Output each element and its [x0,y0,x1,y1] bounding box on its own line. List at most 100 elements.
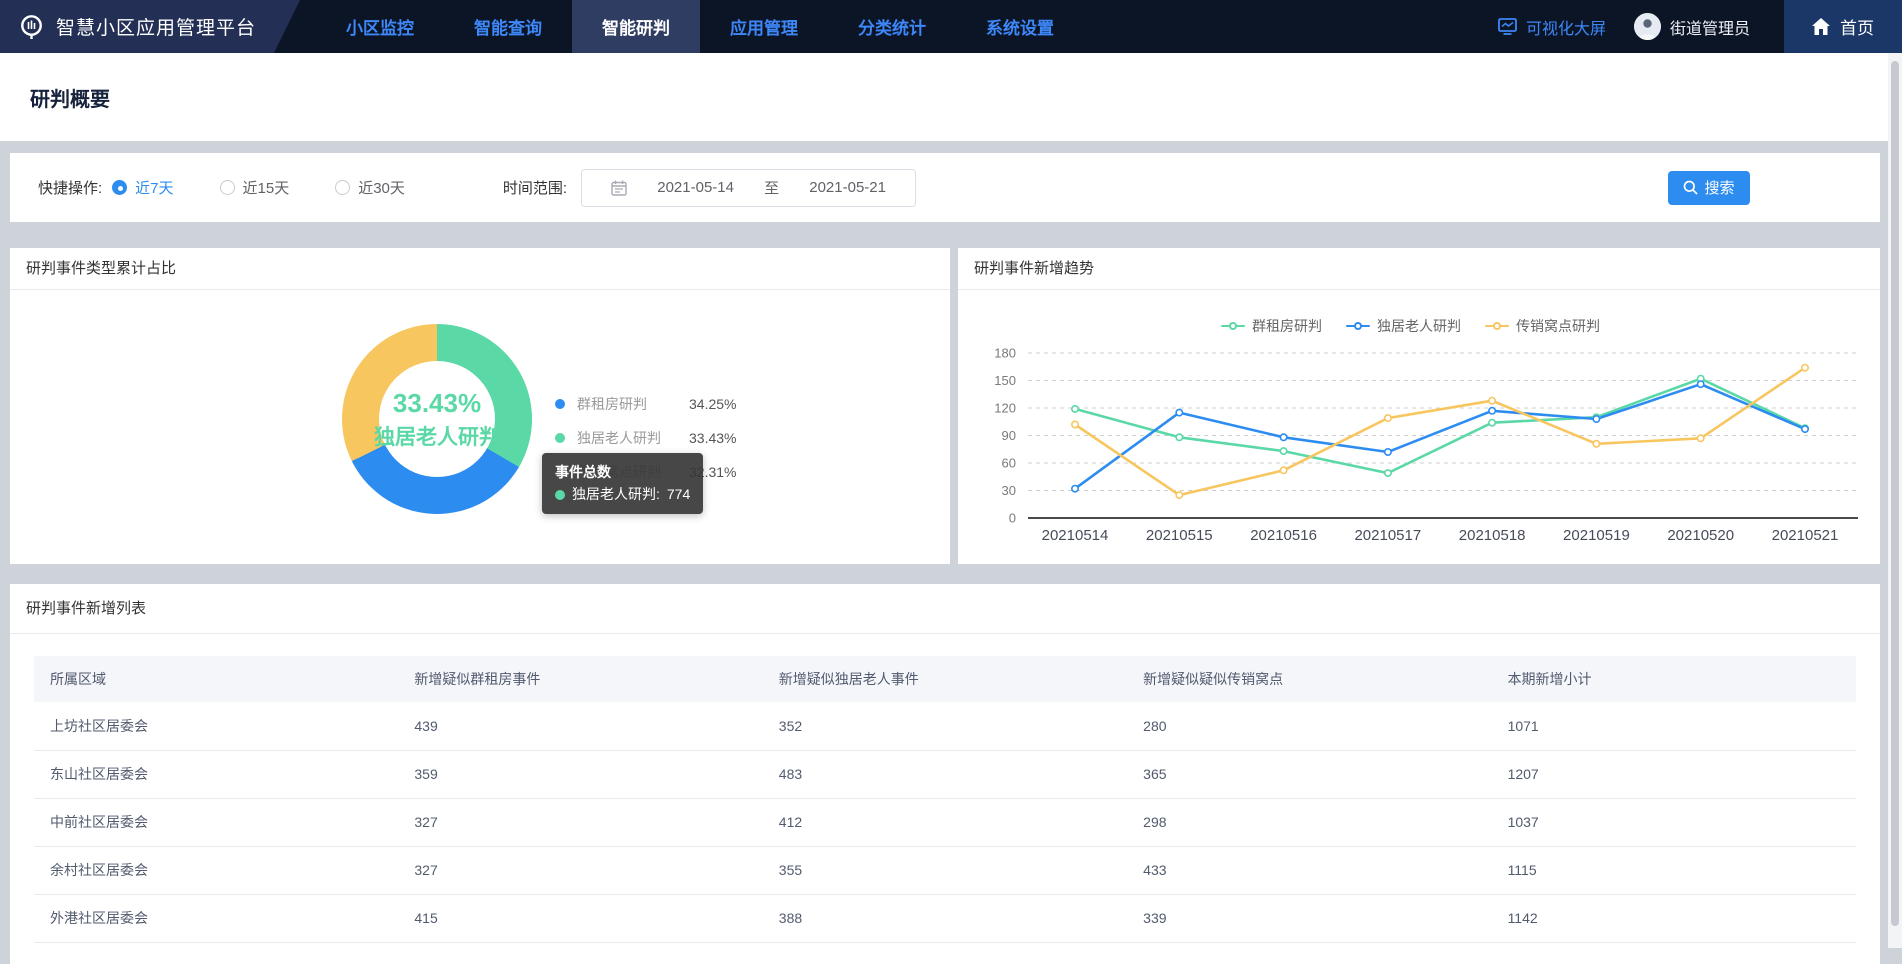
filter-card: 快捷操作: 近7天 近15天 近30天 时间范围: [10,153,1880,222]
svg-text:20210515: 20210515 [1146,527,1213,544]
visualization-link[interactable]: 可视化大屏 [1498,0,1606,53]
table-cell: 1142 [1492,894,1856,942]
table-cell: 327 [398,798,762,846]
scrollbar-thumb[interactable] [1891,61,1899,926]
nav-item-analysis[interactable]: 智能研判 [572,0,700,53]
quick-actions-label: 快捷操作: [38,177,102,198]
table-column-header: 新增疑似疑似传销窝点 [1127,656,1491,702]
radio-circle [112,180,127,195]
table-cell: 上坊社区居委会 [34,702,398,750]
legend-item-elderly[interactable]: 独居老人研判 33.43% [555,428,736,448]
scrollbar-track [1888,53,1902,948]
radio-last-7-days[interactable]: 近7天 [112,177,173,198]
svg-text:20210514: 20210514 [1042,527,1109,544]
donut-center-series: 独居老人研判 [374,421,500,451]
table-cell: 365 [1127,750,1491,798]
svg-text:30: 30 [1002,483,1016,498]
content: 快捷操作: 近7天 近15天 近30天 时间范围: [0,153,1902,964]
donut-center-percent: 33.43% [393,388,481,419]
legend-dot [555,399,565,409]
events-table-card: 研判事件新增列表 所属区域新增疑似群租房事件新增疑似独居老人事件新增疑似疑似传销… [10,584,1880,964]
nav-item-monitor[interactable]: 小区监控 [316,0,444,53]
table-cell: 359 [398,750,762,798]
table-cell: 298 [1127,798,1491,846]
svg-text:20210520: 20210520 [1667,527,1734,544]
svg-text:20210518: 20210518 [1459,527,1526,544]
table-row: 余村社区居委会3273554331115 [34,846,1856,894]
calendar-icon [611,180,627,196]
table-row: 上坊社区居委会4393522801071 [34,702,1856,750]
page-title: 研判概要 [30,83,110,112]
table-cell: 388 [763,894,1127,942]
quick-range-radio-group: 近7天 近15天 近30天 [112,177,451,198]
table-cell: 352 [763,702,1127,750]
tooltip-series-dot [555,490,565,500]
pie-card-title: 研判事件类型累计占比 [10,248,950,290]
table-cell: 1207 [1492,750,1856,798]
brand-logo-icon [18,13,45,40]
legend-item-group-rental[interactable]: 群租房研判 34.25% [555,394,736,414]
home-button[interactable]: 首页 [1784,0,1902,53]
table-row: 中前社区居委会3274122981037 [34,798,1856,846]
legend-dot [555,433,565,443]
table-column-header: 新增疑似独居老人事件 [763,656,1127,702]
table-cell: 中前社区居委会 [34,798,398,846]
dashboard-screen-icon [1498,18,1517,35]
search-button[interactable]: 搜索 [1668,171,1750,205]
table-cell: 327 [398,846,762,894]
time-range-label: 时间范围: [503,177,567,198]
radio-last-30-days[interactable]: 近30天 [335,177,405,198]
trend-chart-card: 研判事件新增趋势 群租房研判 独居老人研判 传销窝点研判 03060901201… [958,248,1880,564]
top-navbar: 智慧小区应用管理平台 小区监控 智能查询 智能研判 应用管理 分类统计 系统设置… [0,0,1902,53]
charts-row: 研判事件类型累计占比 33.43% 独居老人研判 群租房研判 34.25% 独居… [10,248,1880,564]
date-end-value: 2021-05-21 [809,179,886,196]
date-separator: 至 [764,177,779,198]
table-cell: 1115 [1492,846,1856,894]
svg-text:60: 60 [1002,456,1016,471]
table-cell: 433 [1127,846,1491,894]
table-cell: 339 [1127,894,1491,942]
table-column-header: 本期新增小计 [1492,656,1856,702]
table-card-title: 研判事件新增列表 [10,584,1880,634]
user-avatar [1634,13,1661,40]
table-column-header: 新增疑似群租房事件 [398,656,762,702]
svg-text:150: 150 [994,373,1016,388]
table-cell: 1071 [1492,702,1856,750]
home-label: 首页 [1840,14,1874,39]
home-icon [1812,18,1830,35]
nav-item-apps[interactable]: 应用管理 [700,0,828,53]
date-range-input[interactable]: 2021-05-14 至 2021-05-21 [581,169,916,207]
nav-item-stats[interactable]: 分类统计 [828,0,956,53]
brand-title: 智慧小区应用管理平台 [56,13,256,40]
svg-text:20210516: 20210516 [1250,527,1317,544]
donut-center-label: 33.43% 独居老人研判 [342,324,532,514]
radio-circle [220,180,235,195]
trend-line-chart[interactable]: 0306090120150180202105142021051520210516… [958,326,1880,561]
nav-item-settings[interactable]: 系统设置 [956,0,1084,53]
nav-menu: 小区监控 智能查询 智能研判 应用管理 分类统计 系统设置 [316,0,1084,53]
radio-last-15-days[interactable]: 近15天 [220,177,290,198]
table-cell: 1037 [1492,798,1856,846]
nav-item-query[interactable]: 智能查询 [444,0,572,53]
table-cell: 东山社区居委会 [34,750,398,798]
table-cell: 355 [763,846,1127,894]
visualization-label: 可视化大屏 [1526,15,1606,39]
user-menu[interactable]: 街道管理员 [1634,0,1750,53]
table-header-row: 所属区域新增疑似群租房事件新增疑似独居老人事件新增疑似疑似传销窝点本期新增小计 [34,656,1856,702]
svg-text:180: 180 [994,346,1016,361]
pie-chart-card: 研判事件类型累计占比 33.43% 独居老人研判 群租房研判 34.25% 独居… [10,248,950,564]
events-table-head: 所属区域新增疑似群租房事件新增疑似独居老人事件新增疑似疑似传销窝点本期新增小计 [34,656,1856,702]
chart-tooltip: 事件总数 独居老人研判: 774 [542,453,703,514]
svg-text:20210521: 20210521 [1772,527,1839,544]
brand[interactable]: 智慧小区应用管理平台 [0,0,300,53]
events-table-body: 上坊社区居委会4393522801071东山社区居委会3594833651207… [34,702,1856,942]
user-name: 街道管理员 [1670,15,1750,39]
trend-card-title: 研判事件新增趋势 [958,248,1880,290]
title-bar: 研判概要 [0,53,1902,141]
table-row: 东山社区居委会3594833651207 [34,750,1856,798]
tooltip-series-value: 774 [667,484,690,506]
svg-text:20210519: 20210519 [1563,527,1630,544]
table-cell: 439 [398,702,762,750]
table-cell: 280 [1127,702,1491,750]
svg-text:90: 90 [1002,428,1016,443]
